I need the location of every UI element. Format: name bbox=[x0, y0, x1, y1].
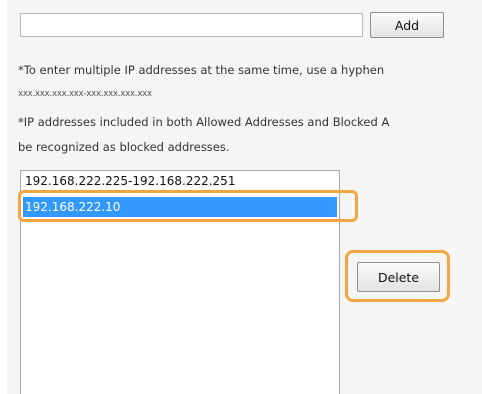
ip-address-input[interactable] bbox=[20, 13, 363, 37]
delete-button-highlight-outline bbox=[345, 250, 450, 302]
ip-address-settings-panel: Add *To enter multiple IP addresses at t… bbox=[7, 0, 482, 394]
selected-item-highlight-outline bbox=[18, 190, 358, 222]
list-item-ip-range[interactable]: 192.168.222.225-192.168.222.251 bbox=[23, 171, 337, 191]
blocked-priority-note-line-1: *IP addresses included in both Allowed A… bbox=[18, 115, 390, 129]
blocked-priority-note-line-2: be recognized as blocked addresses. bbox=[18, 140, 230, 154]
add-button[interactable]: Add bbox=[370, 12, 444, 38]
multiple-ip-note: *To enter multiple IP addresses at the s… bbox=[18, 63, 385, 77]
ip-range-format-example: xxx.xxx.xxx.xxx-xxx.xxx.xxx.xxx bbox=[18, 89, 152, 99]
